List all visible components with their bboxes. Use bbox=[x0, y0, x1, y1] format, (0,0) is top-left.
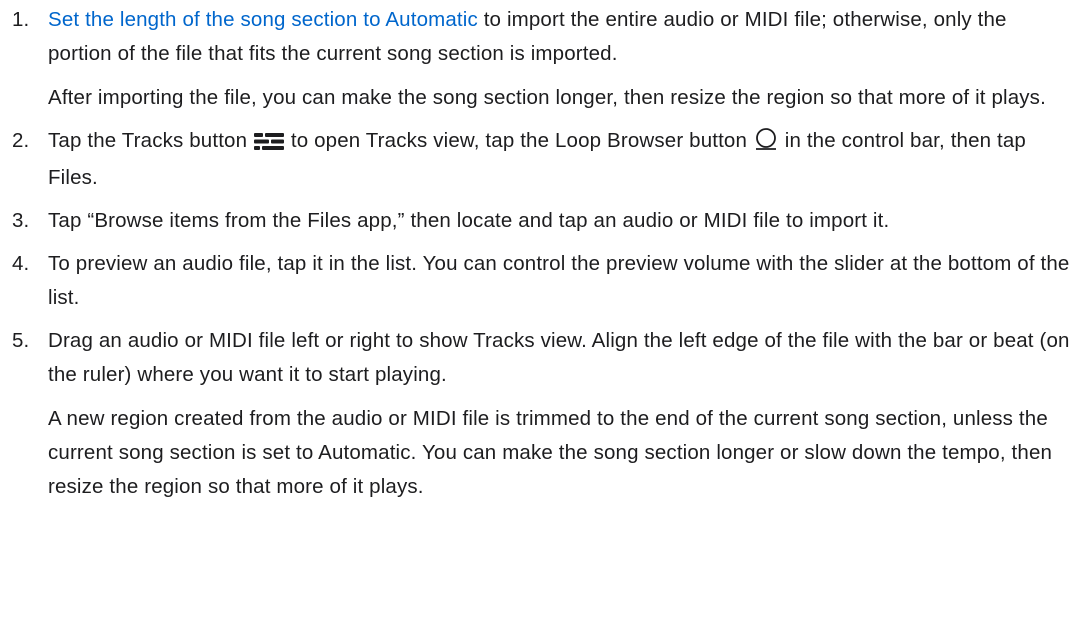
step-text-part: to open Tracks view, tap the Loop Browse… bbox=[285, 129, 753, 152]
step-text: Drag an audio or MIDI file left or right… bbox=[48, 329, 1070, 386]
instruction-steps: 1. Set the length of the song section to… bbox=[0, 3, 1076, 513]
loop-browser-icon bbox=[754, 127, 778, 161]
step-number: 1. bbox=[12, 8, 30, 31]
step-text: Tap the Tracks button to open Tracks vie… bbox=[48, 124, 1076, 195]
song-section-automatic-link[interactable]: Set the length of the song section to Au… bbox=[48, 8, 478, 31]
step-text: Tap “Browse items from the Files app,” t… bbox=[48, 209, 890, 232]
step-2: 2. Tap the Tracks button to open Tracks … bbox=[0, 124, 1076, 195]
step-3: 3. Tap “Browse items from the Files app,… bbox=[0, 204, 1076, 238]
step-1: 1. Set the length of the song section to… bbox=[0, 3, 1076, 115]
step-number: 5. bbox=[12, 329, 30, 352]
tracks-icon bbox=[254, 127, 284, 161]
step-number: 4. bbox=[12, 252, 30, 275]
step-5: 5. Drag an audio or MIDI file left or ri… bbox=[0, 324, 1076, 504]
step-number: 3. bbox=[12, 209, 30, 232]
step-text: Set the length of the song section to Au… bbox=[48, 3, 1076, 71]
step-text: To preview an audio file, tap it in the … bbox=[48, 252, 1070, 309]
step-number: 2. bbox=[12, 129, 30, 152]
step-note: After importing the file, you can make t… bbox=[48, 86, 1046, 109]
step-text-part: Tap the Tracks button bbox=[48, 129, 253, 152]
step-note: A new region created from the audio or M… bbox=[48, 407, 1053, 498]
step-4: 4. To preview an audio file, tap it in t… bbox=[0, 247, 1076, 315]
